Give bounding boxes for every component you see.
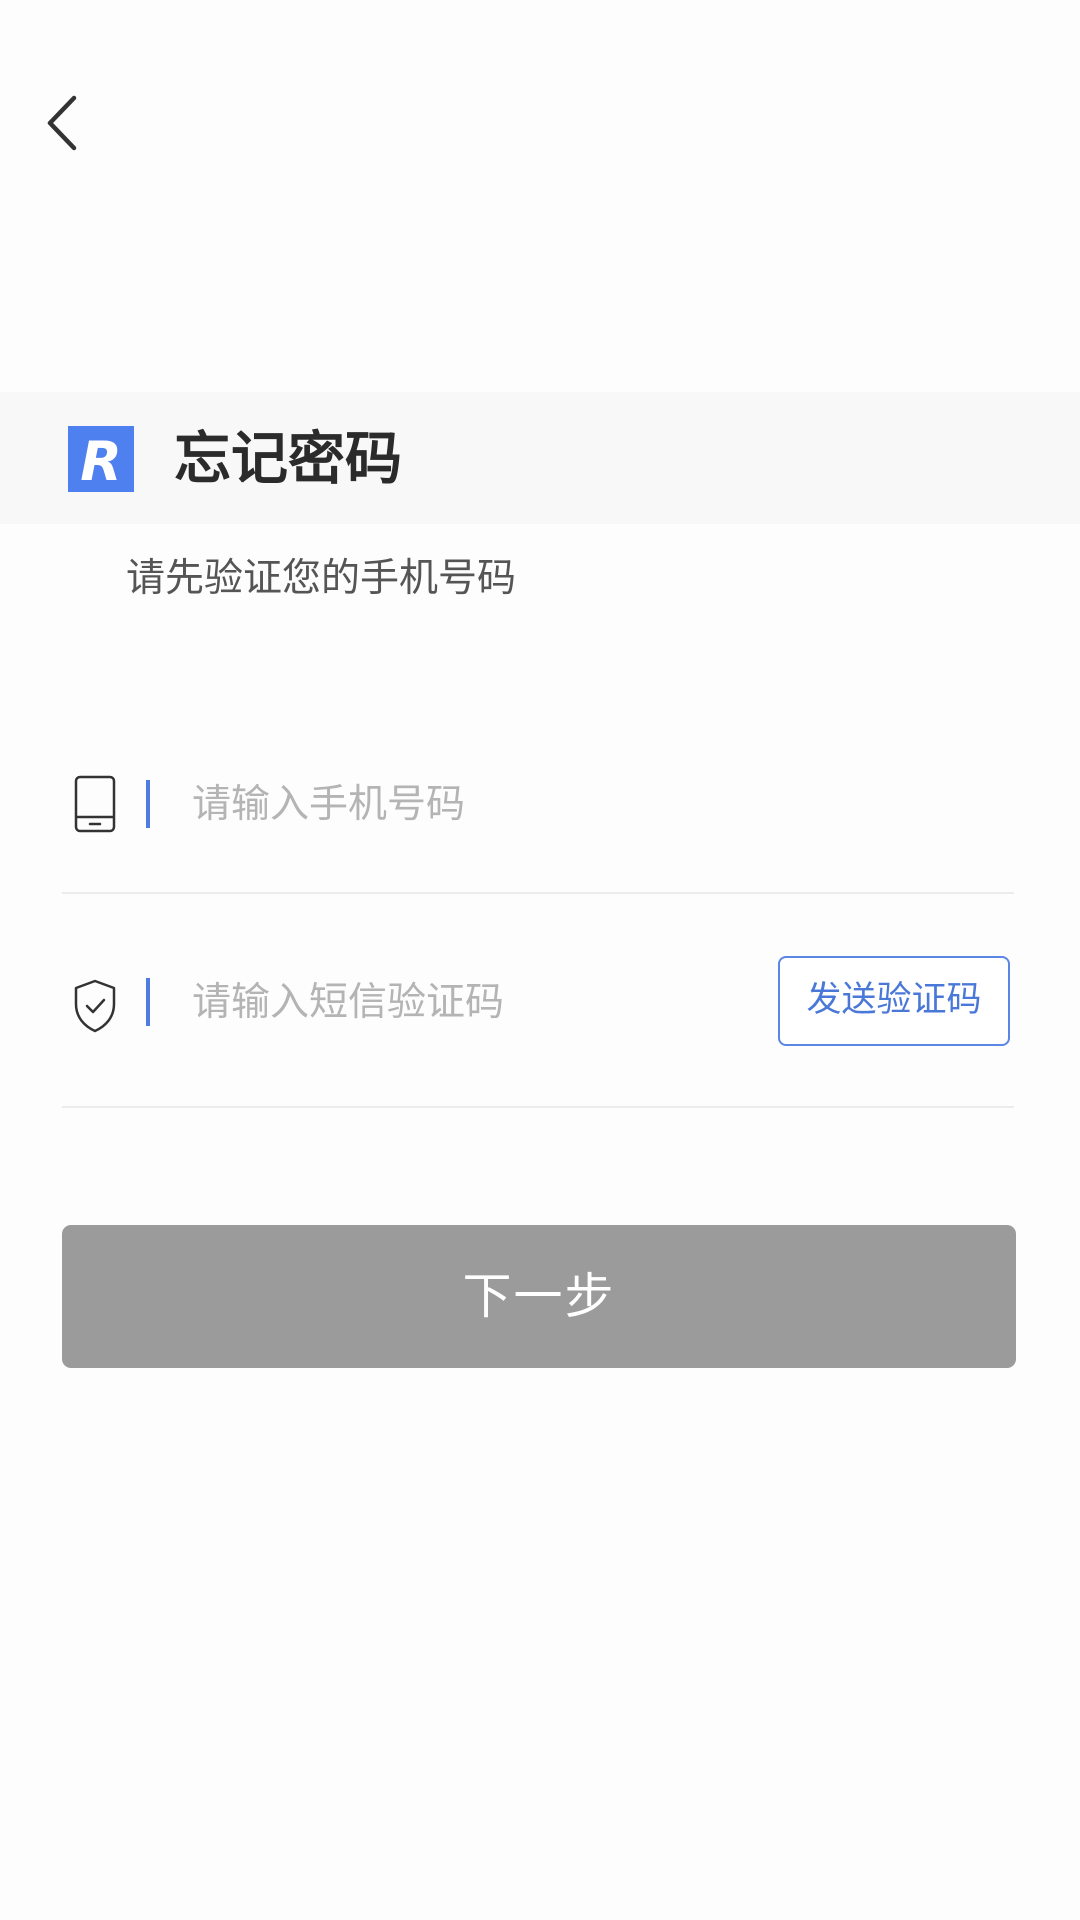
- logo-letter: R: [80, 430, 122, 492]
- sms-code-input[interactable]: [192, 972, 752, 1032]
- phone-field-row: [62, 740, 1014, 894]
- back-button[interactable]: [38, 90, 88, 156]
- phone-field-caret: [146, 780, 150, 828]
- phone-field-divider: [62, 892, 1014, 894]
- page-subtitle: 请先验证您的手机号码: [126, 556, 517, 601]
- code-field-caret: [146, 978, 150, 1026]
- app-logo: R: [68, 426, 134, 493]
- mobile-phone-icon: [74, 775, 116, 833]
- phone-number-input[interactable]: [192, 774, 992, 834]
- code-field-row: 发送验证码: [62, 936, 1014, 1108]
- page-title: 忘记密码: [174, 426, 402, 492]
- shield-check-icon: [74, 979, 116, 1033]
- next-step-button[interactable]: 下一步: [62, 1225, 1016, 1368]
- send-code-button[interactable]: 发送验证码: [778, 956, 1010, 1046]
- title-band: [0, 392, 1080, 524]
- code-field-divider: [62, 1106, 1014, 1108]
- chevron-left-icon: [47, 95, 77, 151]
